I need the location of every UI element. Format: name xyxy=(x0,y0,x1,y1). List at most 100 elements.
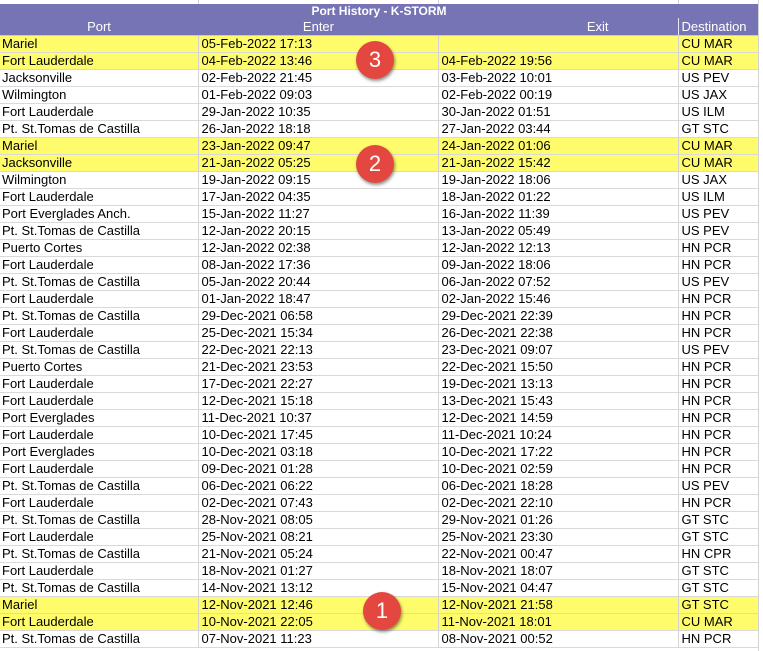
column-header-destination[interactable]: Destination xyxy=(677,18,758,36)
destination-cell[interactable]: US JAX xyxy=(678,171,758,189)
enter-cell[interactable]: 15-Jan-2022 11:27 xyxy=(198,205,439,223)
table-title[interactable]: Port History - K-STORM xyxy=(0,4,758,18)
exit-cell[interactable]: 15-Nov-2021 04:47 xyxy=(438,579,679,597)
exit-cell[interactable]: 04-Feb-2022 19:56 xyxy=(438,52,679,70)
destination-cell[interactable]: HN PCR xyxy=(678,324,758,342)
enter-cell[interactable]: 21-Nov-2021 05:24 xyxy=(198,545,439,563)
enter-cell[interactable]: 11-Dec-2021 10:37 xyxy=(198,409,439,427)
port-cell[interactable]: Mariel xyxy=(0,35,199,53)
table-row[interactable]: Fort Lauderdale 09-Dec-2021 01:28 10-Dec-2… xyxy=(0,460,758,478)
destination-cell[interactable]: HN PCR xyxy=(678,443,758,461)
port-cell[interactable]: Pt. St.Tomas de Castilla xyxy=(0,273,199,291)
exit-cell[interactable]: 16-Jan-2022 11:39 xyxy=(438,205,679,223)
exit-cell[interactable]: 18-Jan-2022 01:22 xyxy=(438,188,679,206)
exit-cell[interactable]: 09-Jan-2022 18:06 xyxy=(438,256,679,274)
destination-cell[interactable]: GT STC xyxy=(678,562,758,580)
table-row[interactable]: Fort Lauderdale 02-Dec-2021 07:43 02-Dec-2… xyxy=(0,494,758,512)
destination-cell[interactable]: HN CPR xyxy=(678,545,758,563)
destination-cell[interactable]: HN PCR xyxy=(678,426,758,444)
port-cell[interactable]: Pt. St.Tomas de Castilla xyxy=(0,222,199,240)
enter-cell[interactable]: 01-Jan-2022 18:47 xyxy=(198,290,439,308)
exit-cell[interactable]: 08-Nov-2021 00:52 xyxy=(438,630,679,648)
exit-cell[interactable]: 26-Dec-2021 22:38 xyxy=(438,324,679,342)
enter-cell[interactable]: 14-Nov-2021 13:12 xyxy=(198,579,439,597)
port-cell[interactable]: Port Everglades Anch. xyxy=(0,205,199,223)
destination-cell[interactable]: HN PCR xyxy=(678,307,758,325)
destination-cell[interactable]: US PEV xyxy=(678,69,758,87)
port-cell[interactable]: Fort Lauderdale xyxy=(0,392,199,410)
enter-cell[interactable]: 10-Nov-2021 22:05 xyxy=(198,613,439,631)
destination-cell[interactable]: US PEV xyxy=(678,222,758,240)
port-cell[interactable]: Fort Lauderdale xyxy=(0,188,199,206)
table-row[interactable]: Fort Lauderdale 12-Dec-2021 15:18 13-Dec-2… xyxy=(0,392,758,410)
destination-cell[interactable]: HN PCR xyxy=(678,409,758,427)
enter-cell[interactable]: 08-Jan-2022 17:36 xyxy=(198,256,439,274)
enter-cell[interactable]: 09-Dec-2021 01:28 xyxy=(198,460,439,478)
port-cell[interactable]: Wilmington xyxy=(0,86,199,104)
exit-cell[interactable]: 06-Jan-2022 07:52 xyxy=(438,273,679,291)
exit-cell[interactable]: 19-Dec-2021 13:13 xyxy=(438,375,679,393)
enter-cell[interactable]: 22-Dec-2021 22:13 xyxy=(198,341,439,359)
enter-cell[interactable]: 05-Feb-2022 17:13 xyxy=(198,35,439,53)
enter-cell[interactable]: 19-Jan-2022 09:15 xyxy=(198,171,439,189)
exit-cell[interactable]: 11-Dec-2021 10:24 xyxy=(438,426,679,444)
enter-cell[interactable]: 12-Jan-2022 20:15 xyxy=(198,222,439,240)
destination-cell[interactable]: HN PCR xyxy=(678,630,758,648)
table-row[interactable]: Puerto Cortes 12-Jan-2022 02:38 12-Jan-202… xyxy=(0,239,758,257)
destination-cell[interactable]: CU MAR xyxy=(678,613,758,631)
enter-cell[interactable]: 17-Dec-2021 22:27 xyxy=(198,375,439,393)
exit-cell[interactable]: 02-Feb-2022 00:19 xyxy=(438,86,679,104)
table-row[interactable]: Fort Lauderdale 17-Jan-2022 04:35 18-Jan-2… xyxy=(0,188,758,206)
port-cell[interactable]: Pt. St.Tomas de Castilla xyxy=(0,477,199,495)
column-header-port[interactable]: Port xyxy=(0,18,198,36)
table-row[interactable]: Pt. St.Tomas de Castilla 22-Dec-2021 22:1… xyxy=(0,341,758,359)
enter-cell[interactable]: 02-Feb-2022 21:45 xyxy=(198,69,439,87)
table-row[interactable]: Fort Lauderdale 10-Dec-2021 17:45 11-Dec-2… xyxy=(0,426,758,444)
enter-cell[interactable]: 21-Dec-2021 23:53 xyxy=(198,358,439,376)
table-row[interactable]: Fort Lauderdale 01-Jan-2022 18:47 02-Jan-2… xyxy=(0,290,758,308)
exit-cell[interactable]: 19-Jan-2022 18:06 xyxy=(438,171,679,189)
destination-cell[interactable]: GT STC xyxy=(678,528,758,546)
exit-cell[interactable] xyxy=(438,35,679,53)
exit-cell[interactable]: 02-Dec-2021 22:10 xyxy=(438,494,679,512)
enter-cell[interactable]: 12-Jan-2022 02:38 xyxy=(198,239,439,257)
table-row[interactable]: Wilmington 01-Feb-2022 09:03 02-Feb-2022 0… xyxy=(0,86,758,104)
enter-cell[interactable]: 29-Jan-2022 10:35 xyxy=(198,103,439,121)
table-row[interactable]: Pt. St.Tomas de Castilla 26-Jan-2022 18:1… xyxy=(0,120,758,138)
destination-cell[interactable]: CU MAR xyxy=(678,137,758,155)
enter-cell[interactable]: 25-Nov-2021 08:21 xyxy=(198,528,439,546)
enter-cell[interactable]: 29-Dec-2021 06:58 xyxy=(198,307,439,325)
port-cell[interactable]: Fort Lauderdale xyxy=(0,494,199,512)
port-cell[interactable]: Pt. St.Tomas de Castilla xyxy=(0,341,199,359)
enter-cell[interactable]: 23-Jan-2022 09:47 xyxy=(198,137,439,155)
port-cell[interactable]: Pt. St.Tomas de Castilla xyxy=(0,511,199,529)
port-cell[interactable]: Fort Lauderdale xyxy=(0,103,199,121)
port-cell[interactable]: Fort Lauderdale xyxy=(0,290,199,308)
exit-cell[interactable]: 11-Nov-2021 18:01 xyxy=(438,613,679,631)
destination-cell[interactable]: US PEV xyxy=(678,477,758,495)
port-cell[interactable]: Fort Lauderdale xyxy=(0,256,199,274)
port-cell[interactable]: Port Everglades xyxy=(0,443,199,461)
port-cell[interactable]: Pt. St.Tomas de Castilla xyxy=(0,630,199,648)
table-row[interactable]: Port Everglades 11-Dec-2021 10:37 12-Dec-2… xyxy=(0,409,758,427)
destination-cell[interactable]: US PEV xyxy=(678,273,758,291)
table-row[interactable]: Pt. St.Tomas de Castilla 07-Nov-2021 11:2… xyxy=(0,630,758,648)
destination-cell[interactable]: GT STC xyxy=(678,596,758,614)
table-row[interactable]: Pt. St.Tomas de Castilla 05-Jan-2022 20:4… xyxy=(0,273,758,291)
port-cell[interactable]: Fort Lauderdale xyxy=(0,375,199,393)
enter-cell[interactable]: 12-Dec-2021 15:18 xyxy=(198,392,439,410)
port-cell[interactable]: Fort Lauderdale xyxy=(0,324,199,342)
destination-cell[interactable]: CU MAR xyxy=(678,35,758,53)
enter-cell[interactable]: 26-Jan-2022 18:18 xyxy=(198,120,439,138)
enter-cell[interactable]: 05-Jan-2022 20:44 xyxy=(198,273,439,291)
destination-cell[interactable]: CU MAR xyxy=(678,52,758,70)
exit-cell[interactable]: 12-Dec-2021 14:59 xyxy=(438,409,679,427)
exit-cell[interactable]: 29-Nov-2021 01:26 xyxy=(438,511,679,529)
exit-cell[interactable]: 24-Jan-2022 01:06 xyxy=(438,137,679,155)
exit-cell[interactable]: 12-Nov-2021 21:58 xyxy=(438,596,679,614)
enter-cell[interactable]: 10-Dec-2021 03:18 xyxy=(198,443,439,461)
destination-cell[interactable]: CU MAR xyxy=(678,154,758,172)
enter-cell[interactable]: 28-Nov-2021 08:05 xyxy=(198,511,439,529)
destination-cell[interactable]: HN PCR xyxy=(678,358,758,376)
table-row[interactable]: Pt. St.Tomas de Castilla 21-Nov-2021 05:2… xyxy=(0,545,758,563)
